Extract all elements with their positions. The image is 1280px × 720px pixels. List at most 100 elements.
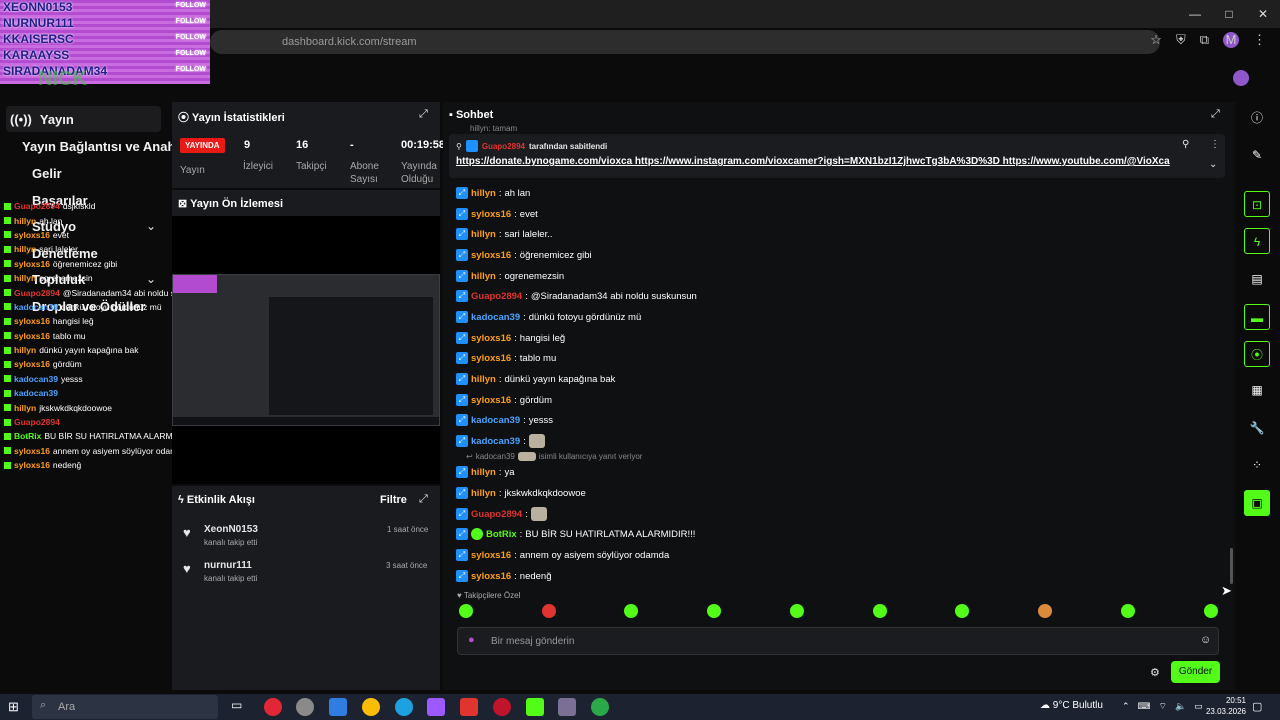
profile-avatar[interactable]: M xyxy=(1223,32,1239,48)
chat-message[interactable]: ⤢ Guapo2894: @Siradanadam34 abi noldu susk… xyxy=(456,288,697,304)
mail-icon[interactable] xyxy=(329,698,347,716)
edit-icon[interactable]: ✎ xyxy=(1244,142,1270,168)
sidebar-item-stream-key[interactable]: Yayın Bağlantısı ve Anahtarı xyxy=(22,139,196,154)
chat-message[interactable]: ⤢ kadocan39: xyxy=(456,433,548,449)
chat-username[interactable]: syloxs16 xyxy=(471,550,511,561)
chat-message[interactable]: ⤢ Guapo2894: xyxy=(456,506,550,522)
chrome-green-icon[interactable] xyxy=(591,698,609,716)
preview-video[interactable] xyxy=(172,274,440,426)
address-bar[interactable]: dashboard.kick.com/stream xyxy=(210,30,1160,54)
info-icon[interactable]: ⓘ xyxy=(1244,105,1270,131)
chat-username[interactable]: Guapo2894 xyxy=(471,291,522,302)
nodes-icon[interactable]: ⁘ xyxy=(1244,452,1270,478)
filter-button[interactable]: Filtre xyxy=(380,494,407,506)
broadcast-icon[interactable]: ⦿ xyxy=(1244,341,1270,367)
chat-username[interactable]: syloxs16 xyxy=(471,571,511,582)
scan-icon[interactable]: ⊡ xyxy=(1244,191,1270,217)
emote-picker-icon[interactable] xyxy=(955,604,969,618)
expand-icon[interactable]: ⤢ xyxy=(1211,108,1220,121)
emote-picker-icon[interactable] xyxy=(459,604,473,618)
chat-username[interactable]: BotRix xyxy=(486,529,517,540)
edge-icon[interactable] xyxy=(395,698,413,716)
chat-username[interactable]: hillyn xyxy=(471,188,496,199)
document-icon[interactable]: ▤ xyxy=(1244,266,1270,292)
chat-message[interactable]: ⤢ kadocan39: yesss xyxy=(456,412,553,428)
expand-icon[interactable]: ⤢ xyxy=(419,108,428,121)
emoji-icon[interactable]: ☺ xyxy=(1200,634,1211,646)
layout-icon[interactable]: ▦ xyxy=(1244,377,1270,403)
extensions-icon[interactable]: ⧉ xyxy=(1200,32,1209,48)
chat-username[interactable]: syloxs16 xyxy=(471,250,511,261)
wrench-icon[interactable]: 🔧 xyxy=(1244,415,1270,441)
notifications-icon[interactable]: ▢ xyxy=(1252,700,1262,713)
taskbar-search[interactable]: ⌕ Ara xyxy=(32,695,218,719)
chat-username[interactable]: hillyn xyxy=(471,229,496,240)
chat-message[interactable]: ⤢ syloxs16: annem oy asiyem söylüyor odamd… xyxy=(456,547,669,563)
chat-message[interactable]: ⤢ syloxs16: tablo mu xyxy=(456,350,556,366)
pinned-links[interactable]: https://donate.bynogame.com/vioxca https… xyxy=(456,156,1170,167)
chat-username[interactable]: syloxs16 xyxy=(471,395,511,406)
chat-message[interactable]: ⤢ syloxs16: nedenğ xyxy=(456,568,552,584)
chat-message[interactable]: ⤢ hillyn: ogrenemezsin xyxy=(456,268,564,284)
chat-message[interactable]: ⤢ hillyn: dünkü yayın kapağına bak xyxy=(456,371,615,387)
chat-message[interactable]: ⤢ BotRix: BU BİR SU HATIRLATMA ALARMIDIR!!… xyxy=(456,526,695,542)
expand-icon[interactable]: ⤢ xyxy=(419,493,428,506)
task-view-icon[interactable]: ▭ xyxy=(231,698,249,716)
chat-username[interactable]: syloxs16 xyxy=(471,353,511,364)
chat-message[interactable]: ⤢ hillyn: ya xyxy=(456,464,515,480)
settings-gear-icon[interactable]: ⚙ xyxy=(1150,666,1160,679)
weather-widget[interactable]: ☁ 9°C Bulutlu xyxy=(1040,700,1103,711)
chat-username[interactable]: syloxs16 xyxy=(471,209,511,220)
windows-start-icon[interactable]: ⊞ xyxy=(8,699,19,715)
chat-scrollbar[interactable] xyxy=(1230,548,1233,584)
chat-username[interactable]: kadocan39 xyxy=(471,436,520,447)
sidebar-item-yayin[interactable]: ((•)) Yayın xyxy=(10,112,74,127)
chat-message[interactable]: ⤢ syloxs16: hangisi leğ xyxy=(456,330,565,346)
emote-picker-icon[interactable] xyxy=(542,604,556,618)
chat-message[interactable]: ⤢ hillyn: jkskwkdkqkdoowoe xyxy=(456,485,586,501)
bookmark-star-icon[interactable]: ☆ xyxy=(1150,32,1162,48)
emote-picker-icon[interactable] xyxy=(1038,604,1052,618)
microphone-icon[interactable]: ● xyxy=(468,634,475,646)
chat-message[interactable]: ⤢ hillyn: ah lan xyxy=(456,185,530,201)
chat-username[interactable]: syloxs16 xyxy=(471,333,511,344)
user-avatar[interactable] xyxy=(1233,70,1249,86)
chat-message[interactable]: ⤢ hillyn: sari laleler.. xyxy=(456,226,553,242)
minimize-button[interactable]: — xyxy=(1178,0,1212,28)
opera-gx-icon[interactable] xyxy=(493,698,511,716)
chat-message[interactable]: ⤢ syloxs16: öğrenemicez gibi xyxy=(456,247,592,263)
chat-username[interactable]: hillyn xyxy=(471,488,496,499)
emote-picker-icon[interactable] xyxy=(1121,604,1135,618)
emote-picker-icon[interactable] xyxy=(790,604,804,618)
chrome-profile-icon[interactable] xyxy=(558,698,576,716)
chat-username[interactable]: kadocan39 xyxy=(471,415,520,426)
chat-username[interactable]: hillyn xyxy=(471,374,496,385)
emote-picker-icon[interactable] xyxy=(1204,604,1218,618)
chat-input[interactable]: ● Bir mesaj gönderin ☺ xyxy=(457,627,1219,655)
chat-message[interactable]: ⤢ syloxs16: gördüm xyxy=(456,392,552,408)
chat-message[interactable]: ⤢ kadocan39: dünkü fotoyu gördünüz mü xyxy=(456,309,641,325)
opera-icon[interactable] xyxy=(264,698,282,716)
unpin-icon[interactable]: ⚲ xyxy=(1182,139,1189,150)
chat-icon[interactable]: ▬ xyxy=(1244,304,1270,330)
shield-icon[interactable]: ⛨ xyxy=(1176,32,1186,48)
more-icon[interactable]: ⋮ xyxy=(1210,139,1220,150)
chevron-down-icon[interactable]: ⌄ xyxy=(1209,159,1217,170)
chat-message[interactable]: ⤢ syloxs16: evet xyxy=(456,206,538,222)
chat-username[interactable]: hillyn xyxy=(471,271,496,282)
chrome-icon[interactable] xyxy=(362,698,380,716)
emote-picker-icon[interactable] xyxy=(624,604,638,618)
clapper-icon[interactable]: ▣ xyxy=(1244,490,1270,516)
menu-kebab-icon[interactable]: ⋮ xyxy=(1253,32,1266,48)
chat-username[interactable]: kadocan39 xyxy=(471,312,520,323)
maximize-button[interactable]: □ xyxy=(1212,0,1246,28)
emote-picker-icon[interactable] xyxy=(873,604,887,618)
chat-username[interactable]: hillyn xyxy=(471,467,496,478)
bolt-icon[interactable]: ϟ xyxy=(1244,228,1270,254)
tray-icons[interactable]: ⌃ ⌨ ⌔ 🔈 ▭ xyxy=(1122,701,1203,712)
app-icon[interactable] xyxy=(296,698,314,716)
send-button[interactable]: Gönder xyxy=(1171,661,1220,683)
sidebar-item-gelir[interactable]: Gelir xyxy=(32,166,62,181)
close-button[interactable]: ✕ xyxy=(1246,0,1280,28)
office-icon[interactable] xyxy=(460,698,478,716)
